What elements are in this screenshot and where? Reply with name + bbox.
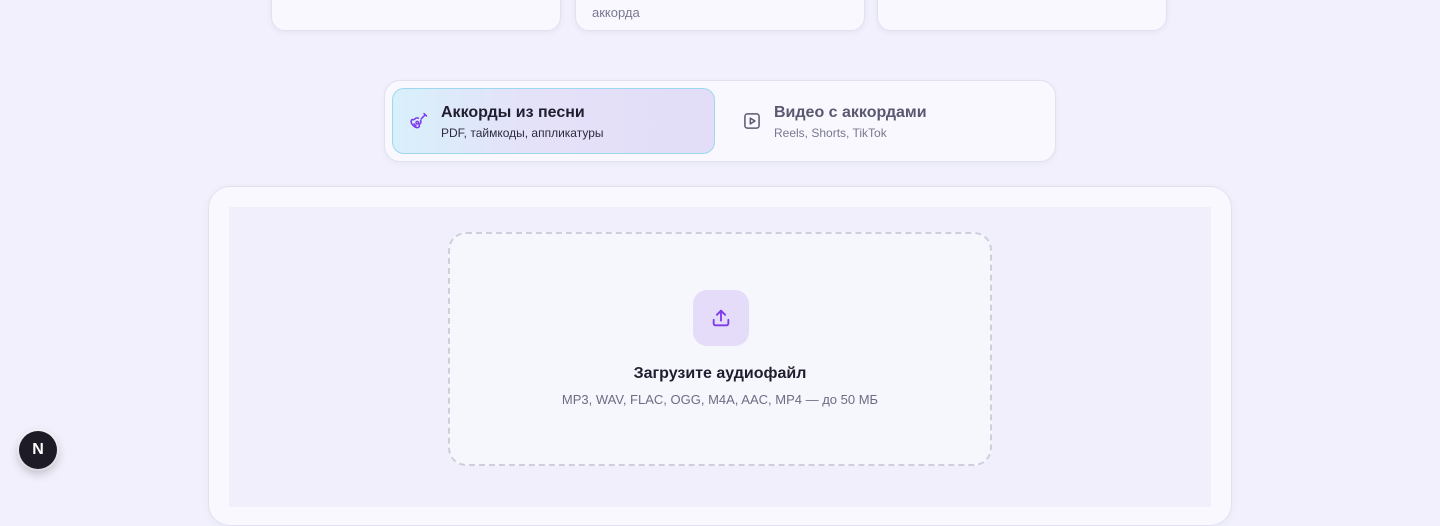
dev-tools-badge[interactable]: N [19,431,57,469]
feature-card-text: аккорда [592,5,640,20]
tab-subtitle: PDF, таймкоды, аппликатуры [441,126,604,140]
feature-card-1 [271,0,561,31]
guitar-icon [409,111,429,131]
audio-dropzone[interactable]: Загрузите аудиофайл MP3, WAV, FLAC, OGG,… [448,232,992,466]
feature-card-2: аккорда [575,0,865,31]
mode-switcher: Аккорды из песни PDF, таймкоды, аппликат… [384,80,1056,162]
tab-video-with-chords[interactable]: Видео с аккордами Reels, Shorts, TikTok [725,88,1048,154]
upload-icon-box [693,290,749,346]
tab-title: Видео с аккордами [774,104,927,121]
feature-card-3 [877,0,1167,31]
tab-title: Аккорды из песни [441,104,585,121]
tab-chords-from-song[interactable]: Аккорды из песни PDF, таймкоды, аппликат… [392,88,715,154]
upload-area: Загрузите аудиофайл MP3, WAV, FLAC, OGG,… [229,207,1211,507]
dropzone-formats: MP3, WAV, FLAC, OGG, M4A, AAC, MP4 — до … [561,392,879,407]
dropzone-title: Загрузите аудиофайл [633,365,807,382]
video-play-icon [742,111,762,131]
upload-icon [712,309,730,327]
upload-panel: Загрузите аудиофайл MP3, WAV, FLAC, OGG,… [208,186,1232,526]
tab-subtitle: Reels, Shorts, TikTok [774,126,887,140]
